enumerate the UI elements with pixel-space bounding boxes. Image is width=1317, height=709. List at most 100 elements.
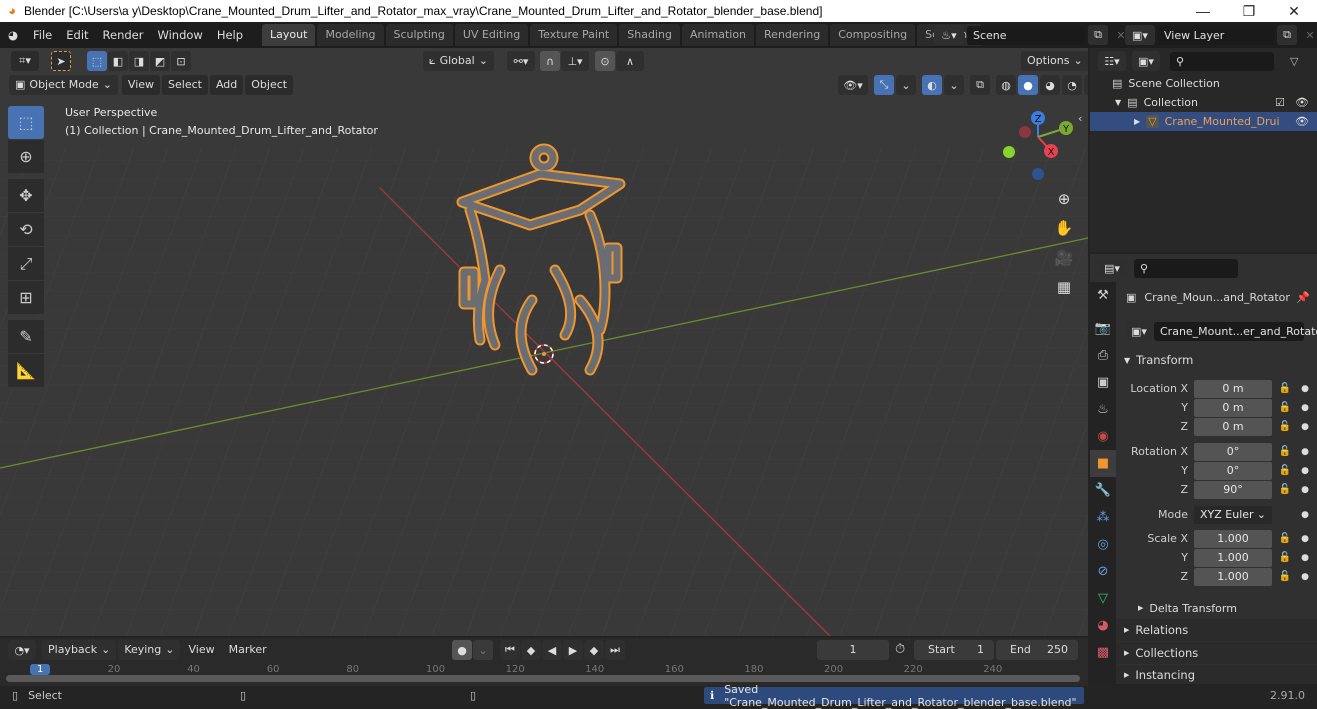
texture-tab[interactable]: ▩: [1090, 639, 1116, 666]
menu-view[interactable]: View: [121, 75, 161, 95]
scene-selector-icon[interactable]: ♨▾: [934, 25, 964, 45]
tab-animation[interactable]: Animation: [681, 24, 755, 46]
outliner-search-input[interactable]: ⚲: [1170, 51, 1274, 71]
outliner-item-crane-object[interactable]: ▶ ▽ Crane_Mounted_Drui 👁: [1090, 112, 1317, 131]
menu-help[interactable]: Help: [210, 28, 250, 42]
scale-x-field[interactable]: 1.000: [1194, 529, 1272, 548]
shading-rendered-icon[interactable]: ◔: [1062, 75, 1082, 95]
new-view-layer-icon[interactable]: ⧉: [1277, 25, 1297, 45]
transform-tool[interactable]: ⊞: [8, 281, 44, 314]
rotation-z-field[interactable]: 90°: [1194, 480, 1272, 499]
delete-view-layer-icon[interactable]: ✕: [1300, 25, 1317, 45]
tab-shading[interactable]: Shading: [619, 24, 680, 46]
menu-object[interactable]: Object: [245, 75, 294, 95]
gizmo-options-icon[interactable]: ⌄: [896, 75, 916, 95]
object-tab[interactable]: ■: [1090, 450, 1116, 477]
keyframe-dot-icon[interactable]: ●: [1300, 553, 1310, 563]
relations-panel-header[interactable]: ▶ Relations: [1116, 619, 1317, 641]
timeline-editor-type-icon[interactable]: ◔▾: [8, 640, 36, 660]
tab-layout[interactable]: Layout: [262, 24, 316, 46]
select-mode-intersect-icon[interactable]: ⊡: [171, 51, 191, 71]
outliner-item-collection[interactable]: ▼ ▤ Collection ☑ 👁: [1090, 93, 1317, 112]
keying-set-icon[interactable]: ⌄: [473, 640, 493, 660]
playback-menu[interactable]: Playback ⌄: [42, 640, 117, 660]
modifier-tab[interactable]: 🔧: [1090, 477, 1116, 504]
instancing-panel-header[interactable]: ▶ Instancing: [1116, 665, 1317, 684]
lock-icon[interactable]: 🔓: [1276, 446, 1294, 457]
3d-viewport[interactable]: ⌗▾ ➤ ⬚ ◧ ◨ ◩ ⊡ ⟀ Global ⌄ ⚯▾ ∩ ⊥▾ ⊙ ∧ Opti…: [0, 48, 1088, 636]
lock-icon[interactable]: 🔓: [1276, 465, 1294, 476]
timeline-view-menu[interactable]: View: [182, 640, 220, 660]
snap-target-icon[interactable]: ⊥▾: [561, 51, 589, 71]
world-tab[interactable]: ◉: [1090, 423, 1116, 450]
view-layer-name-field[interactable]: View Layer: [1158, 25, 1274, 45]
rotate-tool[interactable]: ⟲: [8, 213, 44, 246]
measure-tool[interactable]: 📐: [8, 354, 44, 387]
shading-material-icon[interactable]: ◕: [1040, 75, 1060, 95]
tab-modeling[interactable]: Modeling: [317, 24, 384, 46]
lock-icon[interactable]: 🔓: [1276, 533, 1294, 544]
keying-menu[interactable]: Keying ⌄: [118, 640, 181, 660]
tab-compositing[interactable]: Compositing: [830, 24, 916, 46]
pin-icon[interactable]: 📌: [1296, 291, 1310, 304]
blender-menu-icon[interactable]: ◕: [0, 28, 26, 42]
current-frame-field[interactable]: 1: [817, 640, 889, 660]
menu-add[interactable]: Add: [209, 75, 244, 95]
keyframe-dot-icon[interactable]: ●: [1300, 384, 1310, 394]
location-z-field[interactable]: 0 m: [1194, 417, 1272, 436]
lock-icon[interactable]: 🔓: [1276, 421, 1294, 432]
visibility-selectability-icon[interactable]: 👁▾: [838, 75, 868, 95]
select-tool-icon[interactable]: ➤: [51, 51, 71, 71]
view-layer-tab[interactable]: ▣: [1090, 369, 1116, 396]
menu-file[interactable]: File: [26, 28, 59, 42]
start-frame-field[interactable]: Start 1: [914, 640, 994, 660]
scale-y-field[interactable]: 1.000: [1194, 548, 1272, 567]
lock-icon[interactable]: 🔓: [1276, 552, 1294, 563]
play-reverse-icon[interactable]: ◀: [542, 640, 562, 660]
visibility-eye-icon[interactable]: 👁: [1295, 115, 1309, 128]
object-browse-icon[interactable]: ▣▾: [1126, 321, 1152, 341]
shading-options-icon[interactable]: ⌄: [1084, 75, 1088, 95]
location-x-field[interactable]: 0 m: [1194, 379, 1272, 398]
mode-dropdown[interactable]: ▣ Object Mode ⌄: [9, 75, 118, 95]
camera-view-button[interactable]: 🎥: [1050, 244, 1078, 272]
select-mode-new-icon[interactable]: ⬚: [87, 51, 107, 71]
constraints-tab[interactable]: ⊘: [1090, 558, 1116, 585]
select-mode-extend-icon[interactable]: ◧: [108, 51, 128, 71]
properties-editor-type-icon[interactable]: ▤▾: [1098, 258, 1126, 278]
proportional-edit-icon[interactable]: ⊙: [595, 51, 615, 71]
timeline-scrollbar[interactable]: [6, 675, 1080, 682]
view-layer-selector-icon[interactable]: ▣▾: [1125, 25, 1155, 45]
lock-icon[interactable]: 🔓: [1276, 383, 1294, 394]
lock-icon[interactable]: 🔓: [1276, 402, 1294, 413]
minimize-button[interactable]: —: [1180, 0, 1226, 22]
pan-view-button[interactable]: ✋: [1050, 214, 1078, 242]
menu-edit[interactable]: Edit: [59, 28, 95, 42]
scale-tool[interactable]: ⤢: [8, 247, 44, 280]
select-box-tool[interactable]: ⬚: [8, 106, 44, 139]
outliner-editor-type-icon[interactable]: ☷▾: [1098, 51, 1126, 71]
menu-render[interactable]: Render: [96, 28, 151, 42]
current-frame-marker[interactable]: 1: [30, 664, 51, 675]
scene-name-field[interactable]: Scene: [967, 25, 1085, 45]
menu-select[interactable]: Select: [162, 75, 208, 95]
outliner-item-scene-collection[interactable]: ▤ Scene Collection: [1090, 74, 1317, 93]
keyframe-dot-icon[interactable]: ●: [1300, 422, 1310, 432]
tool-tab[interactable]: ⚒: [1090, 282, 1116, 309]
scene-tab[interactable]: ♨: [1090, 396, 1116, 423]
output-tab[interactable]: ⎙: [1090, 342, 1116, 369]
stopwatch-icon[interactable]: ⏱: [895, 642, 905, 657]
scale-z-field[interactable]: 1.000: [1194, 567, 1272, 586]
rotation-mode-dropdown[interactable]: XYZ Euler ⌄: [1194, 505, 1272, 524]
select-mode-subtract-icon[interactable]: ◨: [129, 51, 149, 71]
lock-icon[interactable]: 🔓: [1276, 484, 1294, 495]
transform-orientation-dropdown[interactable]: ⟀ Global ⌄: [423, 51, 494, 71]
object-data-tab[interactable]: ▽: [1090, 585, 1116, 612]
transform-panel-header[interactable]: ▼ Transform: [1116, 349, 1317, 371]
auto-keying-icon[interactable]: ●: [452, 640, 472, 660]
play-icon[interactable]: ▶: [563, 640, 583, 660]
select-mode-invert-icon[interactable]: ◩: [150, 51, 170, 71]
shading-solid-icon[interactable]: ●: [1018, 75, 1038, 95]
location-y-field[interactable]: 0 m: [1194, 398, 1272, 417]
end-frame-field[interactable]: End 250: [996, 640, 1078, 660]
